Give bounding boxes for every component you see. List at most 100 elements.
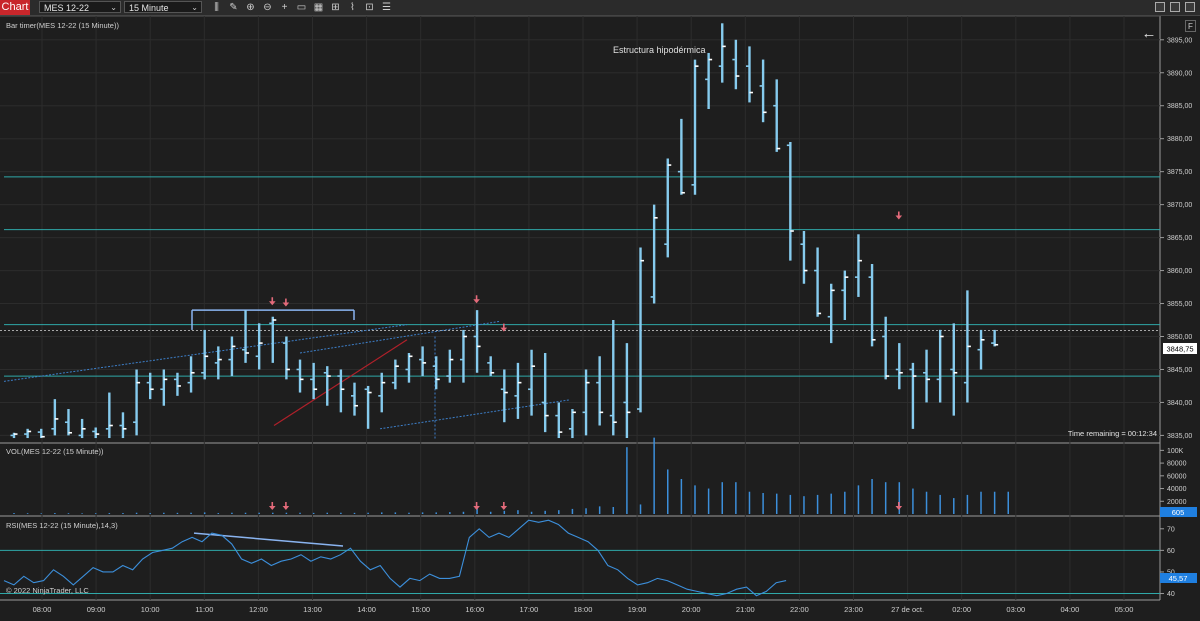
copyright: © 2022 NinjaTrader, LLC	[6, 586, 89, 595]
time-axis-label: 21:00	[736, 605, 755, 614]
time-axis-label: 15:00	[411, 605, 430, 614]
volume-bars	[13, 437, 1010, 514]
time-axis-label: 18:00	[574, 605, 593, 614]
arrow-head	[500, 506, 508, 510]
arrow-head	[282, 302, 290, 307]
down-arrow-marker[interactable]	[473, 502, 480, 510]
rsi-panel-title: RSI(MES 12-22 (15 Minute),14,3)	[6, 521, 118, 530]
time-axis-label: 19:00	[628, 605, 647, 614]
price-tick-label: 3860,00	[1167, 268, 1192, 275]
arrow-head	[500, 327, 508, 332]
interval-selector[interactable]: 15 Minute ⌄	[124, 1, 202, 13]
indicator-icon[interactable]: ⊡	[364, 2, 375, 13]
time-axis-label: 20:00	[682, 605, 701, 614]
rsi-tick-label: 40	[1167, 591, 1175, 598]
time-axis-label: 09:00	[87, 605, 106, 614]
strategy-icon[interactable]: ⌇	[347, 2, 358, 13]
rsi-line	[3, 519, 787, 597]
price-tick-label: 3865,00	[1167, 235, 1192, 242]
arrow-head	[268, 506, 276, 510]
rsi-tick-label: 70	[1167, 526, 1175, 533]
down-arrow-marker[interactable]	[895, 502, 903, 510]
pencil-icon[interactable]: ✎	[228, 2, 239, 13]
arrow-head	[895, 215, 903, 220]
arrow-head	[473, 506, 480, 510]
price-tick-label: 3835,00	[1167, 433, 1192, 440]
time-axis-label: 03:00	[1006, 605, 1025, 614]
document-icon[interactable]: ▭	[296, 2, 307, 13]
crosshair-icon[interactable]: +	[279, 2, 290, 13]
down-arrow-marker[interactable]	[268, 502, 276, 510]
down-arrow-marker[interactable]	[895, 211, 903, 220]
annotation-text[interactable]: Estructura hipodérmica	[613, 45, 706, 55]
price-tick-label: 3850,00	[1167, 334, 1192, 341]
rsi-divergence-line[interactable]	[193, 532, 344, 547]
time-axis-label: 22:00	[790, 605, 809, 614]
down-arrow-marker[interactable]	[473, 295, 480, 304]
chevron-down-icon[interactable]: ⌄	[191, 2, 198, 14]
chart-canvas[interactable]: 08:00 09:00 10:00 11:00 12:00 13:00 14:00 15:00…	[0, 16, 1200, 621]
instrument-value: MES 12-22	[44, 3, 90, 13]
down-arrow-marker[interactable]	[282, 502, 290, 510]
arrow-head	[895, 506, 903, 510]
bar-type-icon[interactable]: ⫼	[211, 2, 222, 13]
price-tick-label: 3840,00	[1167, 400, 1192, 407]
zoom-out-icon[interactable]: ⊖	[262, 2, 273, 13]
volume-tick-label: 20000	[1167, 499, 1187, 506]
arrow-head	[473, 299, 480, 304]
properties-icon[interactable]: ▦	[313, 2, 324, 13]
vol-panel-title: VOL(MES 12-22 (15 Minute))	[6, 447, 104, 456]
time-axis-label: 14:00	[357, 605, 376, 614]
price-tick-label: 3870,00	[1167, 202, 1192, 209]
price-tick-label: 3890,00	[1167, 70, 1192, 77]
rsi-plot	[0, 519, 1160, 597]
chart-grid	[0, 16, 1161, 601]
down-arrow-marker[interactable]	[500, 502, 508, 510]
time-axis-label: 10:00	[141, 605, 160, 614]
volume-tick-label: 60000	[1167, 473, 1187, 480]
time-axis-label: 11:00	[195, 605, 213, 614]
price-tick-label: 3875,00	[1167, 169, 1192, 176]
time-axis-label: 02:00	[952, 605, 971, 614]
global-crosshair-icon[interactable]: ⊞	[330, 2, 341, 13]
arrow-head	[282, 506, 290, 510]
chart-toolbar: Chart MES 12-22 ⌄ 15 Minute ⌄ ⫼ ✎ ⊕ ⊖ + ▭ ▦ ⊞ ⌇ ⊡…	[0, 0, 1200, 16]
time-axis-label: 12:00	[249, 605, 268, 614]
back-arrow-icon[interactable]: ←	[1142, 25, 1157, 42]
down-arrow-marker[interactable]	[268, 297, 276, 306]
rsi-value: 45,57	[1169, 574, 1188, 583]
time-axis-label: 05:00	[1115, 605, 1134, 614]
time-axis-label: 27 de oct.	[891, 605, 924, 614]
rsi-tick-label: 60	[1167, 548, 1175, 555]
volume-tick-label: 80000	[1167, 461, 1187, 468]
volume-value: 605	[1172, 508, 1185, 517]
chart-tab[interactable]: Chart	[0, 0, 30, 15]
price-tick-label: 3885,00	[1167, 103, 1192, 110]
minimize-icon[interactable]	[1155, 2, 1165, 12]
time-axis-label: 17:00	[520, 605, 539, 614]
time-axis-label: 13:00	[303, 605, 322, 614]
close-icon[interactable]	[1185, 2, 1195, 12]
zoom-in-icon[interactable]: ⊕	[245, 2, 256, 13]
chevron-down-icon[interactable]: ⌄	[110, 2, 117, 14]
list-icon[interactable]: ☰	[381, 2, 392, 13]
volume-tick-label: 100K	[1167, 448, 1184, 455]
price-tick-label: 3880,00	[1167, 136, 1192, 143]
current-price-value: 3848,75	[1166, 345, 1193, 354]
interval-value: 15 Minute	[129, 3, 169, 13]
down-arrow-marker[interactable]	[282, 298, 290, 307]
volume-tick-label: 40000	[1167, 486, 1187, 493]
arrow-markers[interactable]	[268, 211, 903, 510]
time-axis-label: 08:00	[33, 605, 52, 614]
price-tick-label: 3855,00	[1167, 301, 1192, 308]
restore-icon[interactable]	[1170, 2, 1180, 12]
time-axis-label: 23:00	[844, 605, 863, 614]
horizontal-lines	[0, 176, 1160, 377]
price-panel-title: Bar timer(MES 12-22 (15 Minute))	[6, 21, 119, 30]
time-axis-label: 04:00	[1061, 605, 1080, 614]
time-axis-label: 16:00	[465, 605, 484, 614]
time-remaining: Time remaining = 00:12:34	[1068, 429, 1157, 438]
instrument-selector[interactable]: MES 12-22 ⌄	[39, 1, 121, 13]
price-tick-label: 3845,00	[1167, 367, 1192, 374]
price-tick-label: 3895,00	[1167, 37, 1192, 44]
